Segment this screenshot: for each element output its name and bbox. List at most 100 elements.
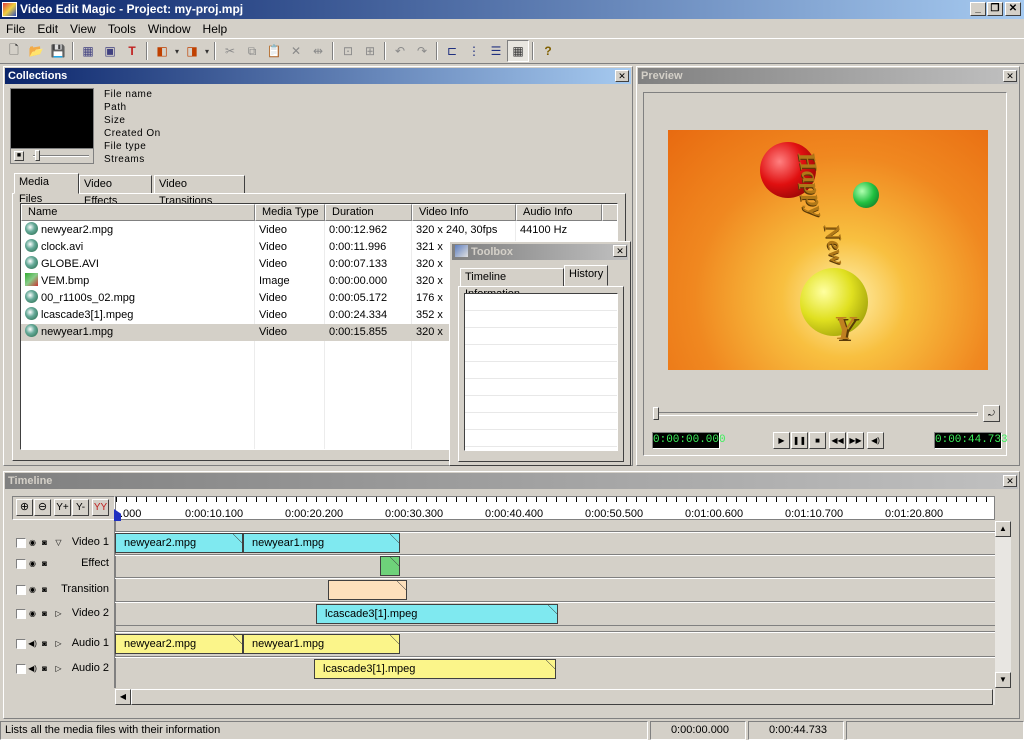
grid-view-icon[interactable]: ▦: [507, 40, 529, 62]
file-name: newyear2.mpg: [41, 224, 114, 236]
toolbox-close-button[interactable]: ✕: [613, 245, 627, 257]
fast-forward-icon[interactable]: ▶▶: [847, 432, 864, 449]
menu-help[interactable]: Help: [197, 22, 234, 36]
streams-label: Streams: [104, 154, 145, 165]
add-text-icon[interactable]: T: [121, 40, 143, 62]
help-icon[interactable]: ?: [537, 40, 559, 62]
cell-duration: 0:00:11.996: [329, 241, 387, 253]
scroll-down-icon[interactable]: ▼: [995, 672, 1011, 688]
column-header-duration[interactable]: Duration: [325, 204, 412, 221]
restore-button[interactable]: ❐: [987, 2, 1003, 16]
thumbnail-seek-handle[interactable]: [35, 150, 40, 161]
tree-view-icon[interactable]: ⋮: [463, 40, 485, 62]
remove-track-icon[interactable]: Y-: [72, 499, 89, 516]
tab-history[interactable]: History: [564, 265, 608, 286]
timeline-close-button[interactable]: ✕: [1003, 475, 1017, 487]
tab-media-files[interactable]: Media Files: [14, 173, 79, 205]
save-icon[interactable]: 💾: [47, 40, 69, 62]
status-total-time: 0:00:44.733: [748, 721, 844, 740]
insert-clip-icon[interactable]: ◧: [151, 40, 173, 62]
status-extra: [846, 721, 1024, 740]
toolbox-title: Toolbox: [471, 246, 513, 258]
cell-duration: 0:00:07.133: [329, 258, 388, 270]
tab-video-transitions[interactable]: Video Transitions: [154, 175, 245, 207]
list-view-icon[interactable]: ☰: [485, 40, 507, 62]
stop-icon[interactable]: ■: [14, 151, 24, 161]
clip-video-lcascade3[interactable]: lcascade3[1].mpeg: [316, 604, 558, 624]
timeline-vertical-scrollbar[interactable]: ▲ ▼: [995, 521, 1011, 688]
size-label: Size: [104, 115, 126, 126]
collections-close-button[interactable]: ✕: [615, 70, 629, 82]
app-icon[interactable]: [2, 2, 17, 17]
menu-file[interactable]: File: [0, 22, 31, 36]
split-icon[interactable]: ⇹: [307, 40, 329, 62]
split-marker-icon[interactable]: YY: [92, 499, 109, 516]
clip-video-newyear2[interactable]: newyear2.mpg: [115, 533, 243, 553]
menu-window[interactable]: Window: [142, 22, 197, 36]
zoom-in-icon[interactable]: ⊕: [16, 499, 33, 516]
add-media-icon[interactable]: ▦: [77, 40, 99, 62]
redo-icon[interactable]: ↷: [411, 40, 433, 62]
ruler-tick-label: 0:00:30.300: [385, 508, 444, 520]
dropdown-arrow-icon[interactable]: ▾: [173, 40, 181, 62]
cut-icon[interactable]: ✂: [219, 40, 241, 62]
volume-icon[interactable]: ◀): [867, 432, 884, 449]
new-project-icon[interactable]: 🗋: [3, 40, 25, 62]
clip-audio-newyear1[interactable]: newyear1.mpg: [243, 634, 400, 654]
clip-effect[interactable]: [380, 556, 400, 576]
timeline-horizontal-scrollbar[interactable]: ◀: [115, 689, 995, 705]
column-header-video-info[interactable]: Video Info: [412, 204, 516, 221]
table-row[interactable]: newyear2.mpg Video 0:00:12.962 320 x 240…: [21, 222, 617, 239]
horizontal-scroll-thumb[interactable]: [131, 689, 993, 705]
clip-audio-newyear2[interactable]: newyear2.mpg: [115, 634, 243, 654]
menu-edit[interactable]: Edit: [31, 22, 64, 36]
scroll-up-icon[interactable]: ▲: [995, 521, 1011, 537]
tab-timeline-information[interactable]: Timeline Information: [460, 268, 564, 300]
overlay-text-y: Y: [834, 310, 855, 347]
rewind-icon[interactable]: ◀◀: [829, 432, 846, 449]
insert-track-icon[interactable]: ◨: [181, 40, 203, 62]
video-file-icon: [25, 222, 38, 235]
paste-icon[interactable]: 📋: [263, 40, 285, 62]
history-list[interactable]: [464, 293, 618, 451]
preview-close-button[interactable]: ✕: [1003, 70, 1017, 82]
column-header-media-type[interactable]: Media Type: [255, 204, 325, 221]
zoom-reset-icon[interactable]: ⊞: [359, 40, 381, 62]
toolbar-separator: [214, 42, 216, 60]
ruler-tick-label: 0:00:20.200: [285, 508, 344, 520]
ruler-tick-label: 0:00:50.500: [585, 508, 644, 520]
pause-icon[interactable]: ❚❚: [791, 432, 808, 449]
column-header-name[interactable]: Name: [21, 204, 255, 221]
menu-tools[interactable]: Tools: [102, 22, 142, 36]
preview-seek-track[interactable]: [655, 412, 978, 416]
delete-icon[interactable]: ✕: [285, 40, 307, 62]
dropdown-arrow-icon[interactable]: ▾: [203, 40, 211, 62]
timeline-view-icon[interactable]: ⊏: [441, 40, 463, 62]
loop-icon[interactable]: ⤾: [983, 405, 1000, 422]
clip-audio-lcascade3[interactable]: lcascade3[1].mpeg: [314, 659, 556, 679]
copy-icon[interactable]: ⧉: [241, 40, 263, 62]
scroll-left-icon[interactable]: ◀: [115, 689, 131, 705]
preview-seek-handle[interactable]: [653, 407, 659, 420]
column-header-audio-info[interactable]: Audio Info: [516, 204, 602, 221]
clip-transition[interactable]: [328, 580, 407, 600]
zoom-fit-icon[interactable]: ⊡: [337, 40, 359, 62]
play-icon[interactable]: ▶: [773, 432, 790, 449]
add-track-icon[interactable]: Y+: [54, 499, 71, 516]
clip-video-newyear1[interactable]: newyear1.mpg: [243, 533, 400, 553]
toolbar-separator: [72, 42, 74, 60]
tab-video-effects[interactable]: Video Effects: [79, 175, 152, 207]
timeline-ruler[interactable]: [115, 496, 995, 520]
add-video-icon[interactable]: ▣: [99, 40, 121, 62]
stop-icon[interactable]: ■: [809, 432, 826, 449]
close-window-button[interactable]: ✕: [1005, 2, 1021, 16]
column-header-extra: [602, 204, 617, 221]
toolbar-separator: [384, 42, 386, 60]
open-folder-icon[interactable]: 📂: [25, 40, 47, 62]
toolbox-header[interactable]: Toolbox: [452, 244, 628, 260]
zoom-out-icon[interactable]: ⊖: [34, 499, 51, 516]
minimize-button[interactable]: _: [970, 2, 986, 16]
menu-view[interactable]: View: [64, 22, 102, 36]
undo-icon[interactable]: ↶: [389, 40, 411, 62]
thumbnail-seek-track[interactable]: [33, 155, 89, 157]
